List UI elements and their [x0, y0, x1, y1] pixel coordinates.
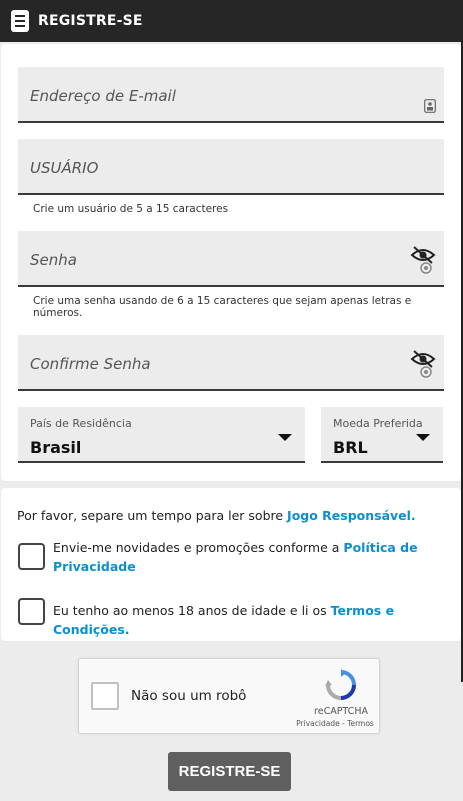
recaptcha-logo-icon — [325, 669, 357, 705]
form-document-icon — [10, 9, 30, 33]
recaptcha-label: Não sou um robô — [131, 688, 247, 704]
email-field[interactable]: Endereço de E-mail — [18, 67, 444, 123]
recaptcha-terms[interactable]: Privacidade - Termos — [291, 719, 379, 728]
newsletter-checkbox[interactable] — [18, 543, 45, 570]
chevron-down-icon — [278, 434, 292, 441]
intro-text: Por favor, separe um tempo para ler sobr… — [17, 508, 284, 523]
recaptcha-checkbox[interactable] — [91, 682, 119, 710]
confirm-password-placeholder: Confirme Senha — [30, 355, 151, 373]
password-field[interactable]: Senha — [18, 231, 444, 287]
id-card-icon — [424, 98, 436, 117]
recaptcha-widget: Não sou um robô reCAPTCHA Privacidade - … — [78, 658, 380, 734]
register-submit-button[interactable]: REGISTRE-SE — [168, 752, 291, 791]
username-field[interactable]: USUÁRIO — [18, 139, 444, 195]
recaptcha-brand: reCAPTCHA — [314, 706, 368, 717]
password-hint: Crie uma senha usando de 6 a 15 caracter… — [33, 295, 412, 319]
username-hint: Crie um usuário de 5 a 15 caracteres — [33, 203, 229, 215]
consent-card: Por favor, separe um tempo para ler sobr… — [1, 488, 461, 641]
age-checkbox[interactable] — [18, 598, 45, 625]
username-placeholder: USUÁRIO — [30, 159, 99, 177]
password-placeholder: Senha — [30, 251, 77, 269]
newsletter-label: Envie-me novidades e promoções conforme … — [53, 540, 340, 555]
currency-value: BRL — [333, 438, 368, 457]
page-header: REGISTRE-SE — [0, 0, 463, 42]
responsible-gaming-text: Por favor, separe um tempo para ler sobr… — [17, 508, 416, 523]
age-text: Eu tenho ao menos 18 anos de idade e li … — [53, 601, 453, 639]
email-placeholder: Endereço de E-mail — [30, 87, 176, 105]
newsletter-text: Envie-me novidades e promoções conforme … — [53, 538, 453, 576]
page-title: REGISTRE-SE — [38, 13, 143, 29]
registration-form-card: Endereço de E-mail USUÁRIO Crie um usuár… — [1, 44, 461, 481]
eye-off-icon[interactable] — [410, 349, 436, 383]
country-label: País de Residência — [30, 417, 132, 430]
age-label: Eu tenho ao menos 18 anos de idade e li … — [53, 603, 327, 618]
country-select[interactable]: País de Residência Brasil — [18, 407, 305, 463]
country-value: Brasil — [30, 438, 82, 457]
currency-label: Moeda Preferida — [333, 417, 423, 430]
chevron-down-icon — [416, 434, 430, 441]
responsible-gaming-link[interactable]: Jogo Responsável. — [287, 508, 416, 523]
currency-select[interactable]: Moeda Preferida BRL — [321, 407, 443, 463]
confirm-password-field[interactable]: Confirme Senha — [18, 335, 444, 391]
eye-off-icon[interactable] — [410, 245, 436, 279]
